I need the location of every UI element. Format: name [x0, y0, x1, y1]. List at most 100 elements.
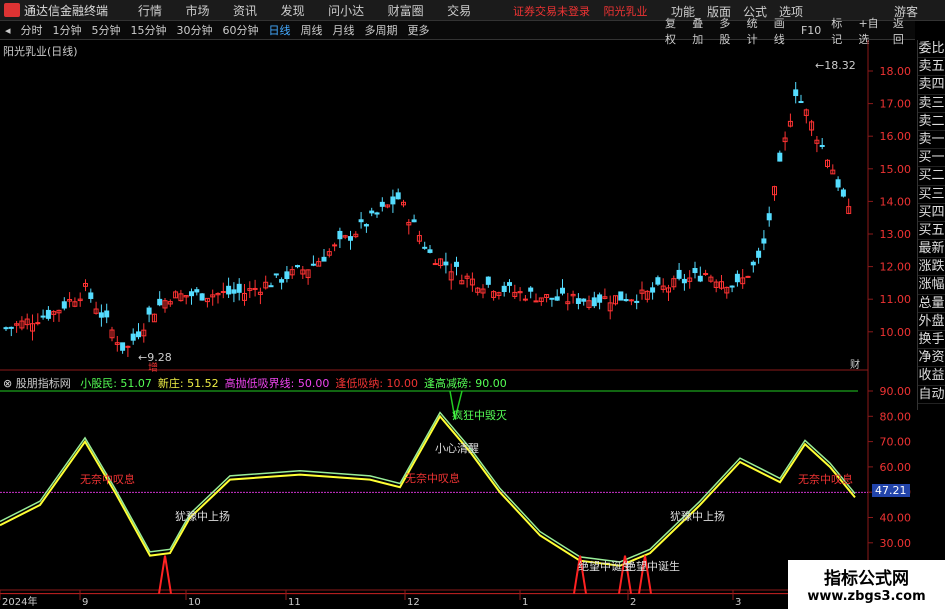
candle-body [522, 298, 528, 301]
candle-body [363, 224, 369, 227]
price-tick-label: 13.00 [880, 228, 912, 241]
time-tick-label: 2024年 [2, 595, 37, 608]
candle-body [840, 189, 846, 197]
time-tick-label: 2 [630, 597, 636, 608]
candle-body [88, 292, 94, 299]
candle-body [40, 315, 46, 318]
price-tick-label: 16.00 [880, 130, 912, 143]
candle-body [310, 263, 316, 266]
candle-body [279, 279, 285, 283]
candle-body [793, 89, 799, 97]
candle-body [130, 333, 136, 341]
candle-body [734, 273, 740, 283]
candle-body [485, 276, 491, 285]
candle-body [750, 261, 756, 266]
price-tick-label: 14.00 [880, 195, 912, 208]
candle-body [3, 327, 9, 330]
candle-body [432, 263, 438, 266]
candle-body [358, 219, 364, 223]
price-tick-label: 11.00 [880, 293, 912, 306]
candle-body [560, 287, 565, 294]
candle-body [8, 326, 14, 329]
ind-tick-label: 90.00 [880, 385, 912, 398]
chart-canvas[interactable]: 18.00 17.00 16.00 15.00 14.00 13.00 12.00 11.00… [0, 0, 945, 609]
candle-body [427, 249, 433, 253]
candle-body [623, 299, 629, 302]
oscillator-line-yellow [0, 414, 856, 567]
price-tick-label: 18.00 [880, 65, 912, 78]
candle-body [507, 282, 512, 286]
candle-body [252, 287, 258, 290]
price-tick-label: 15.00 [880, 163, 912, 176]
time-tick-label: 1 [522, 597, 528, 608]
indicator-annotation: 犹豫中上扬 [670, 509, 725, 523]
candle-body [554, 296, 560, 301]
candle-body [676, 269, 682, 279]
candle-body [390, 196, 396, 205]
candle-body [231, 289, 237, 294]
candle-body [777, 152, 783, 162]
candle-body [655, 277, 661, 285]
candle-body [295, 265, 300, 268]
candle-body [454, 261, 459, 267]
candle-body [591, 297, 597, 307]
ind-tick-label: 60.00 [880, 461, 912, 474]
bottom-spike [158, 555, 172, 594]
candle-body [533, 300, 539, 303]
price-tick-label: 12.00 [880, 261, 912, 274]
candle-body [628, 299, 634, 302]
candle-body [597, 294, 603, 303]
time-tick-label: 9 [82, 597, 88, 608]
candle-body [374, 212, 380, 215]
candle-body [35, 322, 41, 325]
candle-body [199, 293, 205, 301]
candle-body [157, 298, 163, 306]
candle-body [226, 285, 232, 295]
candle-body [528, 287, 534, 292]
candle-body [98, 312, 104, 318]
candle-body [581, 298, 587, 302]
candle-body [650, 287, 656, 293]
candle-body [443, 261, 449, 266]
candle-body [549, 297, 555, 300]
indicator-annotation: 犹豫中上扬 [175, 509, 230, 523]
ind-tick-label: 80.00 [880, 410, 912, 423]
candle-body [681, 278, 687, 284]
candle-body [194, 289, 200, 293]
candle-body [284, 271, 290, 280]
candle-body [61, 301, 67, 309]
candle-body [136, 331, 141, 338]
candle-body [692, 268, 698, 274]
indicator-annotation: 无奈中叹息 [405, 471, 460, 485]
candle-body [273, 273, 279, 276]
ind-tick-label: 30.00 [880, 537, 912, 550]
candle-body [703, 273, 709, 276]
candle-body [798, 101, 804, 104]
candle-body [45, 309, 51, 319]
candle-body [379, 201, 385, 207]
event-marker: 增 [148, 361, 158, 374]
candle-body [697, 275, 703, 282]
time-tick-label: 10 [188, 597, 201, 608]
candle-body [337, 230, 343, 240]
candle-body [422, 246, 428, 249]
ind-tick-label: 40.00 [880, 512, 912, 525]
candle-body [501, 285, 507, 293]
candle-body [634, 300, 640, 303]
watermark: 指标公式网 www.zbgs3.com [788, 560, 945, 609]
candle-body [745, 275, 751, 278]
time-tick-label: 3 [735, 597, 741, 608]
candle-body [411, 219, 417, 223]
candle-body [369, 210, 375, 214]
candle-body [146, 307, 152, 315]
candle-body [332, 244, 338, 247]
price-tick-label: 17.00 [880, 98, 912, 111]
candle-body [618, 291, 624, 301]
candle-body [236, 283, 242, 293]
candle-body [729, 285, 735, 288]
indicator-annotation: 绝望中诞生 [625, 559, 680, 573]
candle-body [756, 250, 762, 258]
watermark-title: 指标公式网 [824, 569, 909, 589]
time-tick-label: 12 [407, 597, 420, 608]
candle-body [125, 345, 131, 348]
